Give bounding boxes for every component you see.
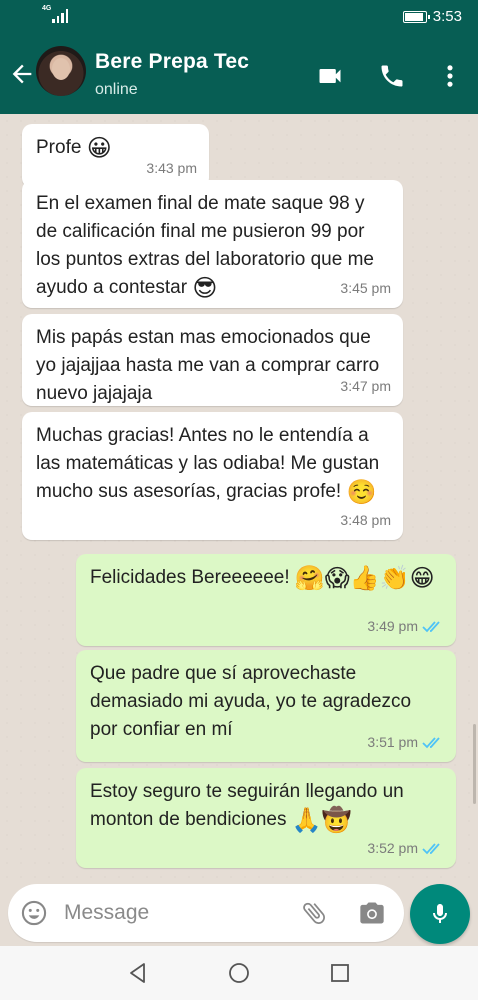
video-call-icon[interactable] <box>316 62 344 90</box>
attach-icon[interactable] <box>300 899 328 927</box>
read-ticks-icon <box>422 842 440 854</box>
input-bar <box>0 880 478 946</box>
emoji: 😀 <box>86 134 112 162</box>
nav-back-icon[interactable] <box>126 961 150 985</box>
clock: 3:53 <box>432 8 462 25</box>
message-outgoing[interactable]: Que padre que sí aprovechaste demasiado … <box>76 650 456 762</box>
nav-recents-icon[interactable] <box>328 961 352 985</box>
message-incoming[interactable]: En el examen final de mate saque 98 y de… <box>22 180 403 308</box>
emoji: 🙏🤠 <box>291 806 352 834</box>
message-time: 3:52 pm <box>367 834 444 862</box>
chat-area[interactable]: Profe 😀 3:43 pm En el examen final de ma… <box>0 114 478 880</box>
more-vert-icon[interactable] <box>436 62 464 90</box>
message-time: 3:45 pm <box>340 280 391 296</box>
message-incoming[interactable]: Profe 😀 3:43 pm <box>22 124 209 189</box>
back-arrow-icon[interactable] <box>8 60 36 88</box>
status-right: 3:53 <box>402 8 462 25</box>
message-composer <box>8 884 404 942</box>
message-text: Que padre que sí aprovechaste demasiado … <box>90 663 412 740</box>
message-incoming[interactable]: Muchas gracias! Antes no le entendía a l… <box>22 412 403 540</box>
emoji: ☺️ <box>346 478 377 506</box>
message-text: Estoy seguro te seguirán llegando un mon… <box>90 781 404 831</box>
message-time: 3:43 pm <box>146 160 197 177</box>
signal-icon <box>52 9 69 23</box>
contact-name[interactable]: Bere Prepa Tec <box>95 50 249 74</box>
chat-header: Bere Prepa Tec online <box>0 36 478 114</box>
message-text: Felicidades Bereeeeee! <box>90 567 290 589</box>
emoji-icon[interactable] <box>20 899 48 927</box>
camera-icon[interactable] <box>358 899 386 927</box>
message-time: 3:51 pm <box>367 728 444 756</box>
avatar[interactable] <box>36 46 86 96</box>
read-ticks-icon <box>422 736 440 748</box>
network-type: 4G <box>42 5 52 12</box>
emoji: 🤗😱👍👏😁 <box>294 564 435 592</box>
nav-home-icon[interactable] <box>227 961 251 985</box>
message-outgoing[interactable]: Felicidades Bereeeeee! 🤗😱👍👏😁 3:49 pm <box>76 554 456 646</box>
message-time: 3:48 pm <box>340 512 391 528</box>
message-incoming[interactable]: Mis papás estan mas emocionados que yo j… <box>22 314 403 406</box>
message-outgoing[interactable]: Estoy seguro te seguirán llegando un mon… <box>76 768 456 868</box>
battery-icon <box>402 10 430 23</box>
message-text: Profe <box>36 137 82 159</box>
mic-icon <box>433 904 447 923</box>
status-bar: 4G 3:53 <box>0 0 478 36</box>
emoji: 😎 <box>192 274 218 302</box>
message-time: 3:47 pm <box>340 378 391 394</box>
phone-icon[interactable] <box>378 62 406 90</box>
signal-indicator: 4G <box>42 5 69 23</box>
scrollbar[interactable] <box>473 724 476 804</box>
message-time: 3:49 pm <box>367 612 444 640</box>
system-nav-bar <box>0 946 478 1000</box>
read-ticks-icon <box>422 620 440 632</box>
message-text: Muchas gracias! Antes no le entendía a l… <box>36 425 380 503</box>
contact-status: online <box>95 81 138 98</box>
message-text: Mis papás estan mas emocionados que yo j… <box>36 327 380 404</box>
mic-button[interactable] <box>410 884 470 944</box>
message-input[interactable] <box>64 892 284 934</box>
